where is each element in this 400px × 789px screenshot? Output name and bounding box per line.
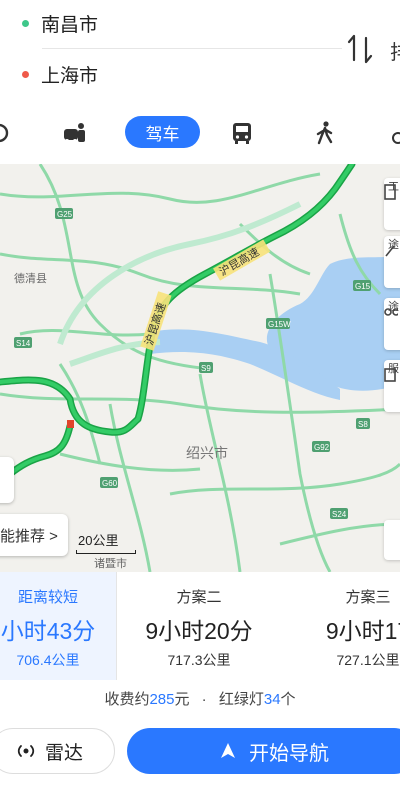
start-navigation-label: 开始导航 xyxy=(249,742,329,765)
destination-field[interactable]: 上海市 xyxy=(22,52,98,96)
map-scale-label: 20公里 xyxy=(78,533,119,548)
toll-suffix: 元 xyxy=(174,691,190,708)
svg-text:G15W: G15W xyxy=(268,320,291,329)
tab-walk-icon[interactable] xyxy=(312,120,338,146)
plan-2-label: 方案二 xyxy=(176,589,222,606)
svg-text:G92: G92 xyxy=(314,443,330,452)
plan-divider xyxy=(116,572,117,680)
svg-text:G60: G60 xyxy=(102,479,118,488)
label-deqing: 德清县 xyxy=(14,271,47,285)
svg-text:G25: G25 xyxy=(57,210,73,219)
navigation-arrow-icon xyxy=(221,743,235,758)
plan-3-label: 方案三 xyxy=(345,589,391,606)
plan-2-time: 9小时20分 xyxy=(145,618,253,644)
origin-text: 南昌市 xyxy=(41,14,99,36)
svg-text:S24: S24 xyxy=(332,510,347,519)
map-scale-bar xyxy=(76,550,136,554)
highway-label-1: 沪昆高速 xyxy=(213,239,271,281)
destination-text: 上海市 xyxy=(41,65,99,87)
svg-text:G15: G15 xyxy=(355,282,371,291)
layers-icon xyxy=(384,184,396,200)
destination-dot-icon xyxy=(22,70,29,78)
via-point-icon xyxy=(385,245,395,257)
map-layer-panel[interactable]: 工 xyxy=(384,178,400,230)
toll-value: 285 xyxy=(149,691,175,708)
plan-1-label: 距离较短 xyxy=(17,589,78,606)
start-navigation-button[interactable]: 开始导航 xyxy=(127,728,400,774)
tab-taxi-icon[interactable] xyxy=(0,120,12,146)
origin-field[interactable]: 南昌市 xyxy=(22,1,98,45)
route-along-icon xyxy=(384,308,398,316)
radar-icon xyxy=(17,745,35,757)
route-divider xyxy=(42,48,342,49)
svg-text:S8: S8 xyxy=(358,420,368,429)
locate-button[interactable] xyxy=(0,457,14,503)
route-along-panel[interactable]: 途 xyxy=(384,298,400,350)
route-input-panel: 南昌市 上海市 排 xyxy=(0,0,400,100)
route-plans: 距离较短 小时43分 706.4公里 方案二 9小时20分 717.3公里 方案… xyxy=(0,572,400,680)
route-info: 收费约285元 · 红绿灯34个 xyxy=(0,683,400,717)
radar-label: 雷达 xyxy=(45,742,84,764)
plan-1[interactable]: 距离较短 小时43分 706.4公里 xyxy=(0,572,116,680)
plan-3-time: 9小时17 xyxy=(325,618,400,644)
svg-text:S14: S14 xyxy=(16,339,31,348)
plan-3-distance: 727.1公里 xyxy=(336,652,400,668)
info-separator: · xyxy=(201,691,207,708)
plan-2-distance: 717.3公里 xyxy=(167,652,231,668)
traffic-congestion-marker xyxy=(67,420,74,428)
swap-route-icon[interactable] xyxy=(343,32,377,66)
plan-1-distance: 706.4公里 xyxy=(16,652,80,668)
via-point-panel[interactable]: 途 xyxy=(384,236,400,288)
more-options-button[interactable]: 排 xyxy=(390,36,400,64)
radar-button[interactable]: 雷达 xyxy=(0,728,115,774)
plan-2[interactable]: 方案二 9小时20分 717.3公里 xyxy=(124,572,274,680)
svg-text:S9: S9 xyxy=(201,364,211,373)
tab-drive[interactable]: 驾车 xyxy=(125,116,200,148)
lights-prefix: 红绿灯 xyxy=(218,691,264,708)
travel-mode-tabs: 驾车 xyxy=(0,110,400,154)
smart-recommend-button[interactable]: 能推荐 > xyxy=(0,514,68,556)
plan-3[interactable]: 方案三 9小时17 727.1公里 xyxy=(298,572,400,680)
map-canvas: G25 S14 G15 G15W S9 S8 G92 G60 S24 德清县 绍… xyxy=(0,164,400,572)
label-shaoxing: 绍兴市 xyxy=(186,445,228,461)
service-area-icon xyxy=(384,368,396,382)
tab-carpool-icon[interactable] xyxy=(62,120,88,146)
origin-dot-icon xyxy=(22,19,29,27)
label-zhuji: 诸暨市 xyxy=(94,556,127,570)
route-map[interactable]: G25 S14 G15 G15W S9 S8 G92 G60 S24 德清县 绍… xyxy=(0,164,400,572)
zoom-panel[interactable] xyxy=(384,520,400,560)
tab-bike-icon[interactable] xyxy=(392,120,400,146)
plan-1-time: 小时43分 xyxy=(0,618,96,644)
service-area-panel[interactable]: 服 xyxy=(384,360,400,412)
toll-prefix: 收费约 xyxy=(104,691,150,708)
lights-suffix: 个 xyxy=(280,691,296,708)
tab-bus-icon[interactable] xyxy=(229,120,255,146)
lights-value: 34 xyxy=(263,691,281,708)
